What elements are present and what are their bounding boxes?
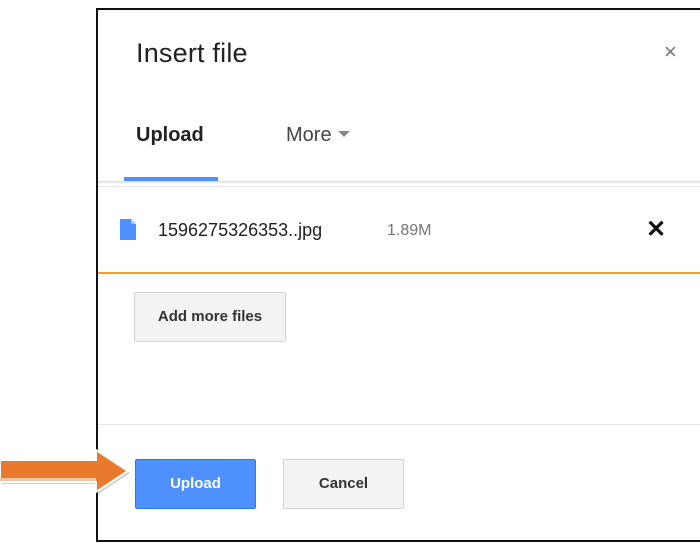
tab-more-label: More — [286, 124, 332, 146]
remove-file-icon[interactable]: ✕ — [646, 215, 666, 244]
tab-more[interactable]: More — [286, 124, 350, 147]
tab-bar: Upload More — [98, 114, 700, 184]
close-icon[interactable]: × — [664, 40, 677, 64]
footer-divider — [98, 424, 700, 425]
file-name: 1596275326353..jpg — [158, 220, 323, 240]
upload-button[interactable]: Upload — [135, 459, 256, 509]
arrow-right-icon — [0, 448, 130, 494]
dialog-title: Insert file — [136, 38, 248, 68]
insert-file-dialog: Insert file × Upload More 1596275326353.… — [96, 8, 700, 542]
caret-down-icon — [337, 130, 350, 137]
tab-upload[interactable]: Upload — [136, 124, 204, 147]
file-size: 1.89M — [387, 222, 432, 239]
tab-divider — [98, 181, 700, 184]
file-icon — [120, 219, 136, 240]
add-more-files-button[interactable]: Add more files — [134, 292, 286, 342]
cancel-button[interactable]: Cancel — [283, 459, 404, 509]
file-list-item: 1596275326353..jpg 1.89M ✕ — [98, 186, 700, 274]
